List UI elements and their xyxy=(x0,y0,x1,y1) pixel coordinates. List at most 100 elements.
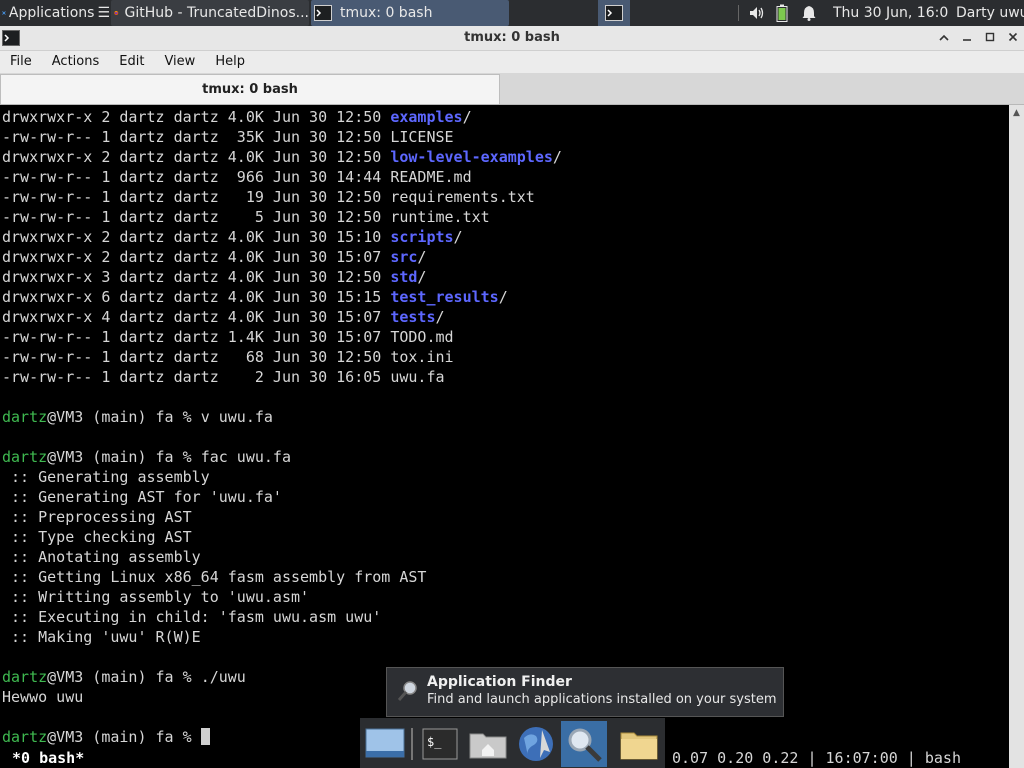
output-text: :: Anotating assembly xyxy=(2,548,201,566)
listing-row: -rw-rw-r-- 1 dartz dartz 19 Jun 30 12:50… xyxy=(2,187,562,207)
prompt-host: @VM3 (main) fa % xyxy=(47,728,201,746)
scroll-up-arrow-icon[interactable]: ▲ xyxy=(1011,108,1022,118)
menu-file[interactable]: File xyxy=(0,51,42,73)
prompt-host: @VM3 (main) fa % xyxy=(47,668,201,686)
application-finder-tooltip: Application Finder Find and launch appli… xyxy=(386,667,784,717)
tmux-time: 16:07:00 xyxy=(825,749,898,767)
file-name: runtime.txt xyxy=(390,208,490,226)
folder-icon xyxy=(620,732,658,760)
prompt-user: dartz xyxy=(2,728,48,746)
listing-row: drwxrwxr-x 2 dartz dartz 4.0K Jun 30 12:… xyxy=(2,148,562,166)
file-meta: -rw-rw-r-- 1 dartz dartz 5 Jun 30 12:50 xyxy=(2,208,391,226)
tooltip-description: Find and launch applications installed o… xyxy=(427,692,777,707)
menu-edit[interactable]: Edit xyxy=(109,51,154,73)
notification-bell-icon[interactable] xyxy=(802,0,820,26)
directory-name: test_results xyxy=(390,288,499,306)
output-text: :: Executing in child: 'fasm uwu.asm uwu… xyxy=(2,608,382,626)
task-label: tmux: 0 bash xyxy=(340,5,433,21)
clock[interactable]: Thu 30 Jun, 16:07 xyxy=(833,0,948,26)
terminal-launcher[interactable]: $_ xyxy=(417,721,463,767)
command-text: fac uwu.fa xyxy=(200,448,291,466)
output-text: :: Generating AST for 'uwu.fa' xyxy=(2,488,282,506)
task-firefox-github[interactable]: GitHub - TruncatedDinos... xyxy=(111,0,309,26)
directory-name: src xyxy=(390,248,418,266)
file-name: README.md xyxy=(390,168,472,186)
window-shade-button[interactable] xyxy=(935,29,953,47)
output-text: :: Generating assembly xyxy=(2,468,210,486)
prompt-host: @VM3 (main) fa % xyxy=(47,448,201,466)
application-finder-launcher[interactable] xyxy=(561,721,607,767)
compile-output-line: :: Preprocessing AST xyxy=(2,507,562,527)
minimize-button[interactable] xyxy=(958,29,976,47)
directory-name: scripts xyxy=(390,228,454,246)
window-titlebar[interactable]: tmux: 0 bash xyxy=(0,26,1024,51)
listing-row: -rw-rw-r-- 1 dartz dartz 68 Jun 30 12:50… xyxy=(2,347,562,367)
directory-name: examples xyxy=(390,108,463,126)
maximize-button[interactable] xyxy=(981,29,999,47)
file-meta: -rw-rw-r-- 1 dartz dartz 35K Jun 30 12:5… xyxy=(2,128,391,146)
tmux-session: bash xyxy=(924,749,961,767)
file-meta: -rw-rw-r-- 1 dartz dartz 1.4K Jun 30 15:… xyxy=(2,328,391,346)
output-text: :: Type checking AST xyxy=(2,528,192,546)
listing-row: -rw-rw-r-- 1 dartz dartz 1.4K Jun 30 15:… xyxy=(2,327,562,347)
user-menu[interactable]: Darty uwu xyxy=(956,0,1024,26)
directory-name: std xyxy=(390,268,418,286)
listing-row: -rw-rw-r-- 1 dartz dartz 966 Jun 30 14:4… xyxy=(2,167,562,187)
file-name: TODO.md xyxy=(390,328,454,346)
web-browser-launcher[interactable] xyxy=(513,721,559,767)
tooltip-title: Application Finder xyxy=(427,674,572,690)
output-text: :: Making 'uwu' R(W)E xyxy=(2,628,201,646)
top-panel: Applications ☰ GitHub - TruncatedDinos..… xyxy=(0,0,1024,26)
tab-tmux-bash[interactable]: tmux: 0 bash xyxy=(0,74,500,104)
prompt-user: dartz xyxy=(2,448,48,466)
window-title: tmux: 0 bash xyxy=(464,30,560,45)
close-button[interactable] xyxy=(1004,29,1022,47)
desktop-icon xyxy=(365,728,405,758)
command-text: v uwu.fa xyxy=(200,408,273,426)
prompt-line: dartz@VM3 (main) fa % fac uwu.fa xyxy=(2,447,562,467)
file-manager-launcher[interactable] xyxy=(616,721,662,767)
show-desktop-button[interactable] xyxy=(362,721,408,767)
directory-name: tests xyxy=(390,308,436,326)
workspace-switcher[interactable] xyxy=(598,0,630,26)
menu-help[interactable]: Help xyxy=(205,51,255,73)
terminal-output: drwxrwxr-x 2 dartz dartz 4.0K Jun 30 12:… xyxy=(2,107,562,747)
command-text: ./uwu xyxy=(200,668,246,686)
battery-icon[interactable] xyxy=(776,0,792,26)
compile-output-line: :: Getting Linux x86_64 fasm assembly fr… xyxy=(2,567,562,587)
listing-row: drwxrwxr-x 4 dartz dartz 4.0K Jun 30 15:… xyxy=(2,308,445,326)
file-meta: -rw-rw-r-- 1 dartz dartz 966 Jun 30 14:4… xyxy=(2,168,391,186)
tmux-load: 0.07 0.20 0.22 xyxy=(672,749,799,767)
listing-row: -rw-rw-r-- 1 dartz dartz 2 Jun 30 16:05 … xyxy=(2,367,562,387)
prompt-user: dartz xyxy=(2,668,48,686)
home-folder-launcher[interactable] xyxy=(465,721,511,767)
tab-bar: tmux: 0 bash xyxy=(0,73,1024,105)
panel-separator xyxy=(738,5,739,21)
file-name: requirements.txt xyxy=(390,188,535,206)
tmux-window-list: *0 bash* xyxy=(12,749,85,767)
compile-output-line: :: Executing in child: 'fasm uwu.asm uwu… xyxy=(2,607,562,627)
terminal-icon xyxy=(314,5,332,21)
compile-output-line: :: Type checking AST xyxy=(2,527,562,547)
listing-row: drwxrwxr-x 2 dartz dartz 4.0K Jun 30 12:… xyxy=(2,108,472,126)
prompt-user: dartz xyxy=(2,408,48,426)
globe-icon xyxy=(519,727,553,761)
magnifier-icon xyxy=(397,681,417,701)
file-meta: drwxrwxr-x 2 dartz dartz 4.0K Jun 30 15:… xyxy=(2,248,391,266)
compile-output-line: :: Anotating assembly xyxy=(2,547,562,567)
menu-view[interactable]: View xyxy=(154,51,205,73)
prompt-host: @VM3 (main) fa % xyxy=(47,408,201,426)
file-meta: drwxrwxr-x 2 dartz dartz 4.0K Jun 30 12:… xyxy=(2,148,391,166)
output-text: :: Preprocessing AST xyxy=(2,508,192,526)
terminal-scrollbar[interactable]: ▲ xyxy=(1009,105,1024,768)
file-name: uwu.fa xyxy=(390,368,445,386)
menu-actions[interactable]: Actions xyxy=(42,51,110,73)
volume-icon[interactable] xyxy=(748,0,768,26)
file-meta: drwxrwxr-x 2 dartz dartz 4.0K Jun 30 15:… xyxy=(2,228,391,246)
task-tmux-bash[interactable]: tmux: 0 bash xyxy=(311,0,509,26)
text-cursor xyxy=(200,728,210,745)
applications-menu-button[interactable]: Applications ☰ xyxy=(2,0,110,26)
